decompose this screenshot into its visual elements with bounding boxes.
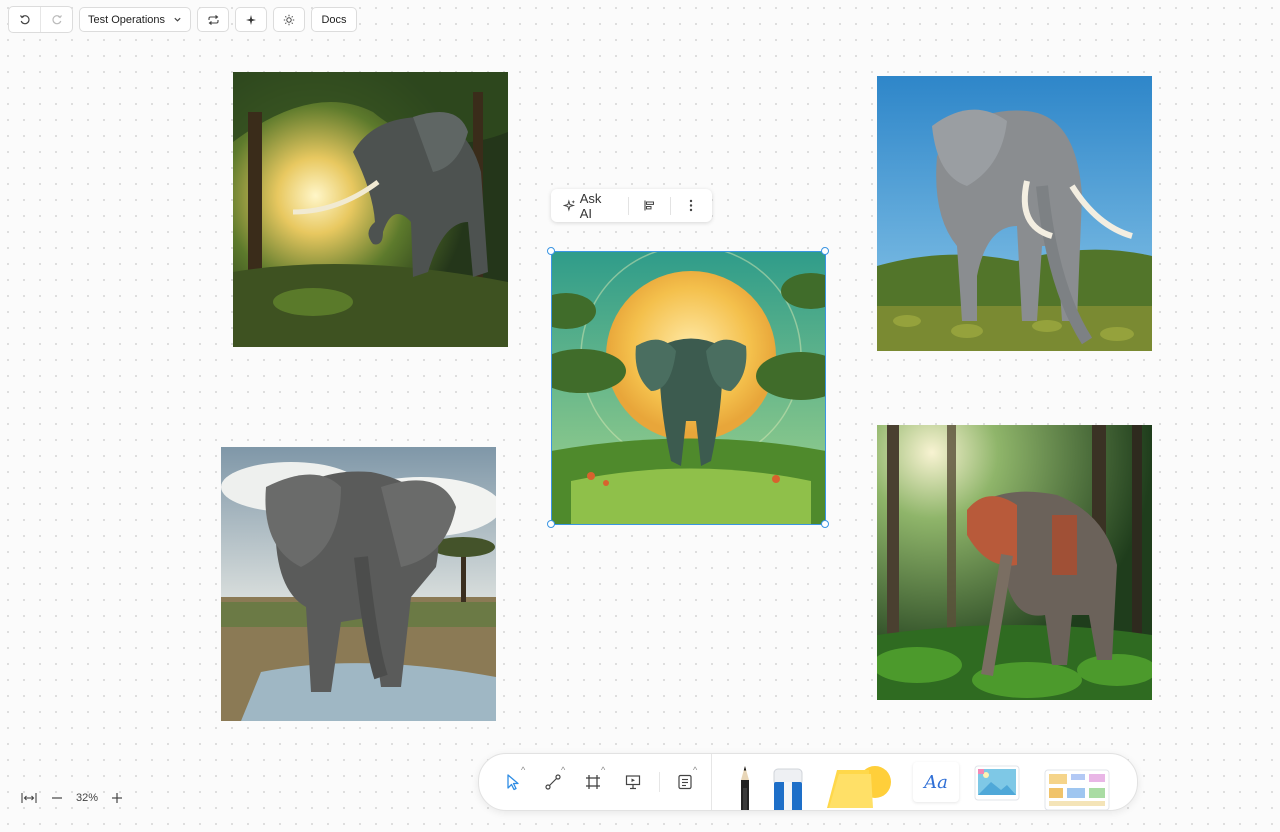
divider (659, 772, 660, 792)
sticky-note-tool[interactable] (825, 766, 897, 810)
minus-icon (52, 797, 62, 799)
zoom-in-button[interactable] (106, 789, 128, 807)
text-tool[interactable]: Aa (913, 762, 959, 802)
resize-handle-bottom-right[interactable] (821, 520, 829, 528)
image-elephant-moon-selected[interactable] (551, 251, 826, 525)
sun-icon (283, 14, 295, 25)
text-tool-label: Aa (924, 771, 948, 793)
sync-icon (207, 14, 219, 25)
align-button[interactable] (629, 199, 670, 212)
image-icon (974, 765, 1020, 801)
image-elephant-jungle[interactable] (877, 425, 1152, 700)
chevron-up-icon: ^ (693, 765, 698, 775)
resize-handle-bottom-left[interactable] (547, 520, 555, 528)
ai-popover: Ask AI (551, 189, 712, 222)
zoom-controls: 32% (18, 789, 128, 807)
fit-width-button[interactable] (18, 789, 40, 807)
zoom-out-button[interactable] (46, 789, 68, 807)
cursor-icon (507, 774, 519, 791)
image-elephant-blue-sky[interactable] (877, 76, 1152, 351)
top-toolbar: Test Operations Docs (8, 6, 357, 33)
more-options-button[interactable] (671, 199, 712, 212)
chevron-down-icon (174, 17, 181, 22)
resize-handle-top-right[interactable] (821, 247, 829, 255)
chevron-up-icon: ^ (601, 765, 606, 775)
ask-ai-label: Ask AI (579, 190, 602, 221)
theme-toggle-button[interactable] (273, 7, 305, 32)
redo-icon (51, 14, 62, 24)
bottom-toolbar: ^ ^ ^ ^ Aa (478, 753, 1138, 811)
resize-handle-top-left[interactable] (547, 247, 555, 255)
align-icon (644, 200, 654, 211)
sparkle-icon (246, 14, 256, 25)
eraser-tool[interactable] (773, 768, 803, 810)
sync-button[interactable] (197, 7, 229, 32)
note-icon (678, 774, 692, 790)
workspace-dropdown[interactable]: Test Operations (79, 7, 191, 32)
chevron-up-icon: ^ (521, 765, 526, 775)
docs-button[interactable]: Docs (311, 7, 357, 32)
pencil-icon (741, 766, 749, 810)
sparkle-icon (563, 199, 576, 212)
sticky-note-icon (827, 766, 891, 808)
image-elephant-waterhole[interactable] (221, 447, 496, 721)
divider (711, 754, 712, 810)
pencil-tool[interactable] (735, 766, 755, 810)
more-vertical-icon (690, 199, 693, 212)
ask-ai-button[interactable]: Ask AI (551, 191, 628, 221)
zoom-level: 32% (75, 792, 99, 804)
chevron-up-icon: ^ (561, 765, 566, 775)
fit-width-icon (21, 793, 37, 803)
undo-icon (19, 14, 30, 24)
presentation-tool-button[interactable] (621, 770, 645, 794)
presentation-icon (625, 775, 641, 790)
image-tool[interactable] (973, 764, 1021, 802)
template-tool[interactable] (1041, 766, 1113, 810)
image-elephant-forest[interactable] (233, 72, 508, 347)
frame-icon (586, 775, 600, 789)
undo-button[interactable] (9, 7, 40, 32)
eraser-icon (773, 768, 803, 810)
magic-button[interactable] (235, 7, 267, 32)
undo-redo-group (8, 6, 73, 33)
workspace-dropdown-label: Test Operations (88, 13, 166, 26)
connector-icon (545, 774, 561, 790)
plus-icon (112, 793, 122, 803)
template-icon (1044, 769, 1110, 810)
redo-button[interactable] (40, 7, 72, 32)
